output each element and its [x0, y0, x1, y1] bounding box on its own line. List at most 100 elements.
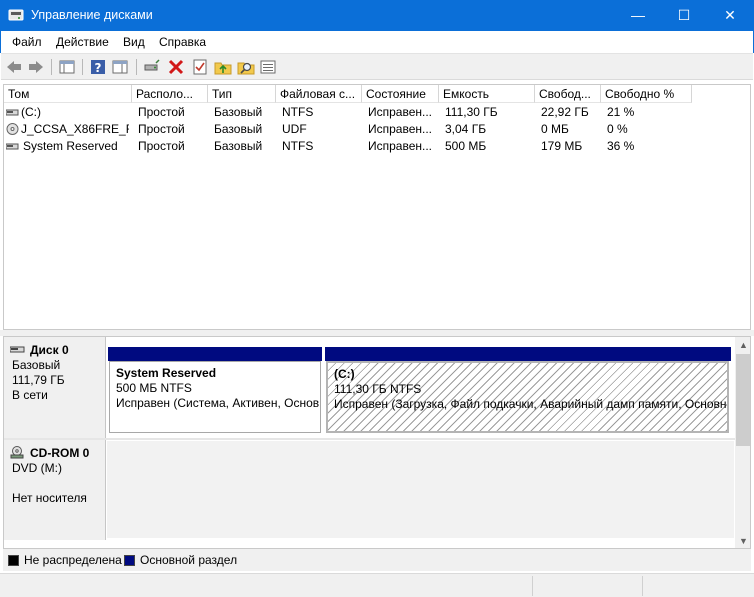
- maximize-button[interactable]: ☐: [661, 0, 707, 31]
- table-cell: (C:): [21, 105, 41, 119]
- partition-system-reserved[interactable]: System Reserved 500 МБ NTFS Исправен (Си…: [109, 361, 321, 433]
- volume-list: Том Располо... Тип Файловая с... Состоян…: [3, 84, 751, 330]
- disk-type: Базовый: [12, 358, 61, 372]
- menu-view[interactable]: Вид: [123, 35, 145, 49]
- status-bar: [0, 573, 754, 597]
- table-cell: J_CCSA_X86FRE_R...: [21, 122, 129, 136]
- title-bar: Управление дисками — ☐ ✕: [0, 0, 754, 31]
- hard-disk-icon: [10, 346, 25, 353]
- forward-arrow-icon[interactable]: [27, 58, 45, 76]
- table-cell: UDF: [282, 122, 307, 136]
- cdrom-0-label[interactable]: CD-ROM 0 DVD (M:) Нет носителя: [4, 440, 106, 540]
- table-cell: 21 %: [607, 105, 635, 119]
- close-button[interactable]: ✕: [707, 0, 753, 31]
- checklist-icon[interactable]: [191, 58, 209, 76]
- table-cell: Простой: [138, 139, 185, 153]
- table-row[interactable]: (C:) Простой Базовый NTFS Исправен... 11…: [4, 104, 694, 121]
- delete-icon[interactable]: [167, 58, 185, 76]
- scroll-down-icon[interactable]: ▼: [735, 533, 750, 548]
- properties-pane-icon[interactable]: [111, 58, 129, 76]
- help-icon[interactable]: ?: [89, 58, 107, 76]
- menu-file[interactable]: Файл: [12, 35, 42, 49]
- partition-status: Исправен (Система, Активен, Основ: [116, 396, 320, 410]
- cd-volume-icon: [6, 123, 19, 135]
- partition-c-drive[interactable]: (C:) 111,30 ГБ NTFS Исправен (Загрузка, …: [326, 361, 729, 433]
- table-cell: System Reserved: [23, 139, 118, 153]
- console-tree-icon[interactable]: [58, 58, 76, 76]
- disk-management-app-icon: [8, 9, 24, 21]
- table-cell: 111,30 ГБ: [445, 105, 498, 119]
- column-header-layout[interactable]: Располо...: [132, 85, 208, 103]
- scroll-up-icon[interactable]: ▲: [735, 337, 750, 354]
- svg-text:?: ?: [95, 61, 102, 75]
- maximize-icon: ☐: [677, 7, 691, 23]
- table-cell: 36 %: [607, 139, 635, 153]
- toolbar: ?: [1, 53, 753, 80]
- close-icon: ✕: [724, 7, 736, 23]
- legend-label-unallocated: Не распределена: [24, 553, 122, 567]
- toolbar-separator: [82, 59, 83, 75]
- partition-header-bar: [325, 347, 731, 361]
- window-title: Управление дисками: [31, 8, 153, 22]
- table-cell: 22,92 ГБ: [541, 105, 589, 119]
- partition-name: (C:): [334, 367, 355, 381]
- disk-state: В сети: [12, 388, 48, 402]
- table-cell: 179 МБ: [541, 139, 583, 153]
- disk-name: Диск 0: [30, 343, 69, 357]
- cd-drive-icon: [10, 446, 24, 459]
- toolbar-separator: [51, 59, 52, 75]
- search-icon[interactable]: [237, 58, 255, 76]
- legend-label-primary: Основной раздел: [140, 553, 238, 567]
- disk-divider: [4, 438, 735, 440]
- minimize-icon: —: [631, 7, 645, 23]
- table-cell: Исправен...: [368, 122, 433, 136]
- disk-type: DVD (M:): [12, 461, 62, 475]
- column-header-percent-free[interactable]: Свободно %: [601, 85, 692, 103]
- table-row[interactable]: System Reserved Простой Базовый NTFS Исп…: [4, 138, 694, 155]
- connect-drive-icon[interactable]: [143, 58, 161, 76]
- table-cell: 0 %: [607, 122, 628, 136]
- table-cell: Исправен...: [368, 105, 433, 119]
- column-header-free-space[interactable]: Свобод...: [535, 85, 601, 103]
- table-cell: Простой: [138, 105, 185, 119]
- back-arrow-icon[interactable]: [5, 58, 23, 76]
- table-cell: 3,04 ГБ: [445, 122, 487, 136]
- table-cell: Базовый: [214, 105, 263, 119]
- column-header-file-system[interactable]: Файловая с...: [276, 85, 362, 103]
- table-cell: Базовый: [214, 122, 263, 136]
- cdrom-empty-area[interactable]: [107, 441, 734, 538]
- partition-size: 111,30 ГБ NTFS: [334, 382, 422, 396]
- minimize-button[interactable]: —: [615, 0, 661, 31]
- menu-action[interactable]: Действие: [56, 35, 109, 49]
- list-view-icon[interactable]: [259, 58, 277, 76]
- table-cell: NTFS: [282, 105, 314, 119]
- toolbar-separator: [136, 59, 137, 75]
- menu-help[interactable]: Справка: [159, 35, 206, 49]
- column-header-status[interactable]: Состояние: [362, 85, 439, 103]
- disk-0-label[interactable]: Диск 0 Базовый 111,79 ГБ В сети: [4, 337, 106, 438]
- table-cell: 0 МБ: [541, 122, 569, 136]
- partition-size: 500 МБ NTFS: [116, 381, 192, 395]
- scroll-thumb[interactable]: [736, 354, 750, 446]
- table-cell: NTFS: [282, 139, 314, 153]
- legend-swatch-primary: [124, 555, 135, 566]
- status-pane: [532, 576, 533, 596]
- disk-size: 111,79 ГБ: [12, 373, 65, 387]
- table-cell: Базовый: [214, 139, 263, 153]
- partition-name: System Reserved: [116, 366, 217, 380]
- table-cell: 500 МБ: [445, 139, 487, 153]
- column-header-type[interactable]: Тип: [208, 85, 276, 103]
- folder-up-icon[interactable]: [214, 58, 232, 76]
- table-cell: Исправен...: [368, 139, 433, 153]
- menu-bar: Файл Действие Вид Справка: [0, 31, 754, 53]
- legend-swatch-unallocated: [8, 555, 19, 566]
- column-header-capacity[interactable]: Емкость: [439, 85, 535, 103]
- table-row[interactable]: J_CCSA_X86FRE_R... Простой Базовый UDF И…: [4, 121, 694, 138]
- column-header-volume[interactable]: Том: [4, 85, 132, 103]
- partition-status: Исправен (Загрузка, Файл подкачки, Авари…: [334, 397, 727, 411]
- table-cell: Простой: [138, 122, 185, 136]
- disk-name: CD-ROM 0: [30, 446, 90, 460]
- partition-header-bar: [108, 347, 322, 361]
- vertical-scrollbar[interactable]: ▲ ▼: [735, 337, 750, 548]
- disk-state: Нет носителя: [12, 491, 87, 505]
